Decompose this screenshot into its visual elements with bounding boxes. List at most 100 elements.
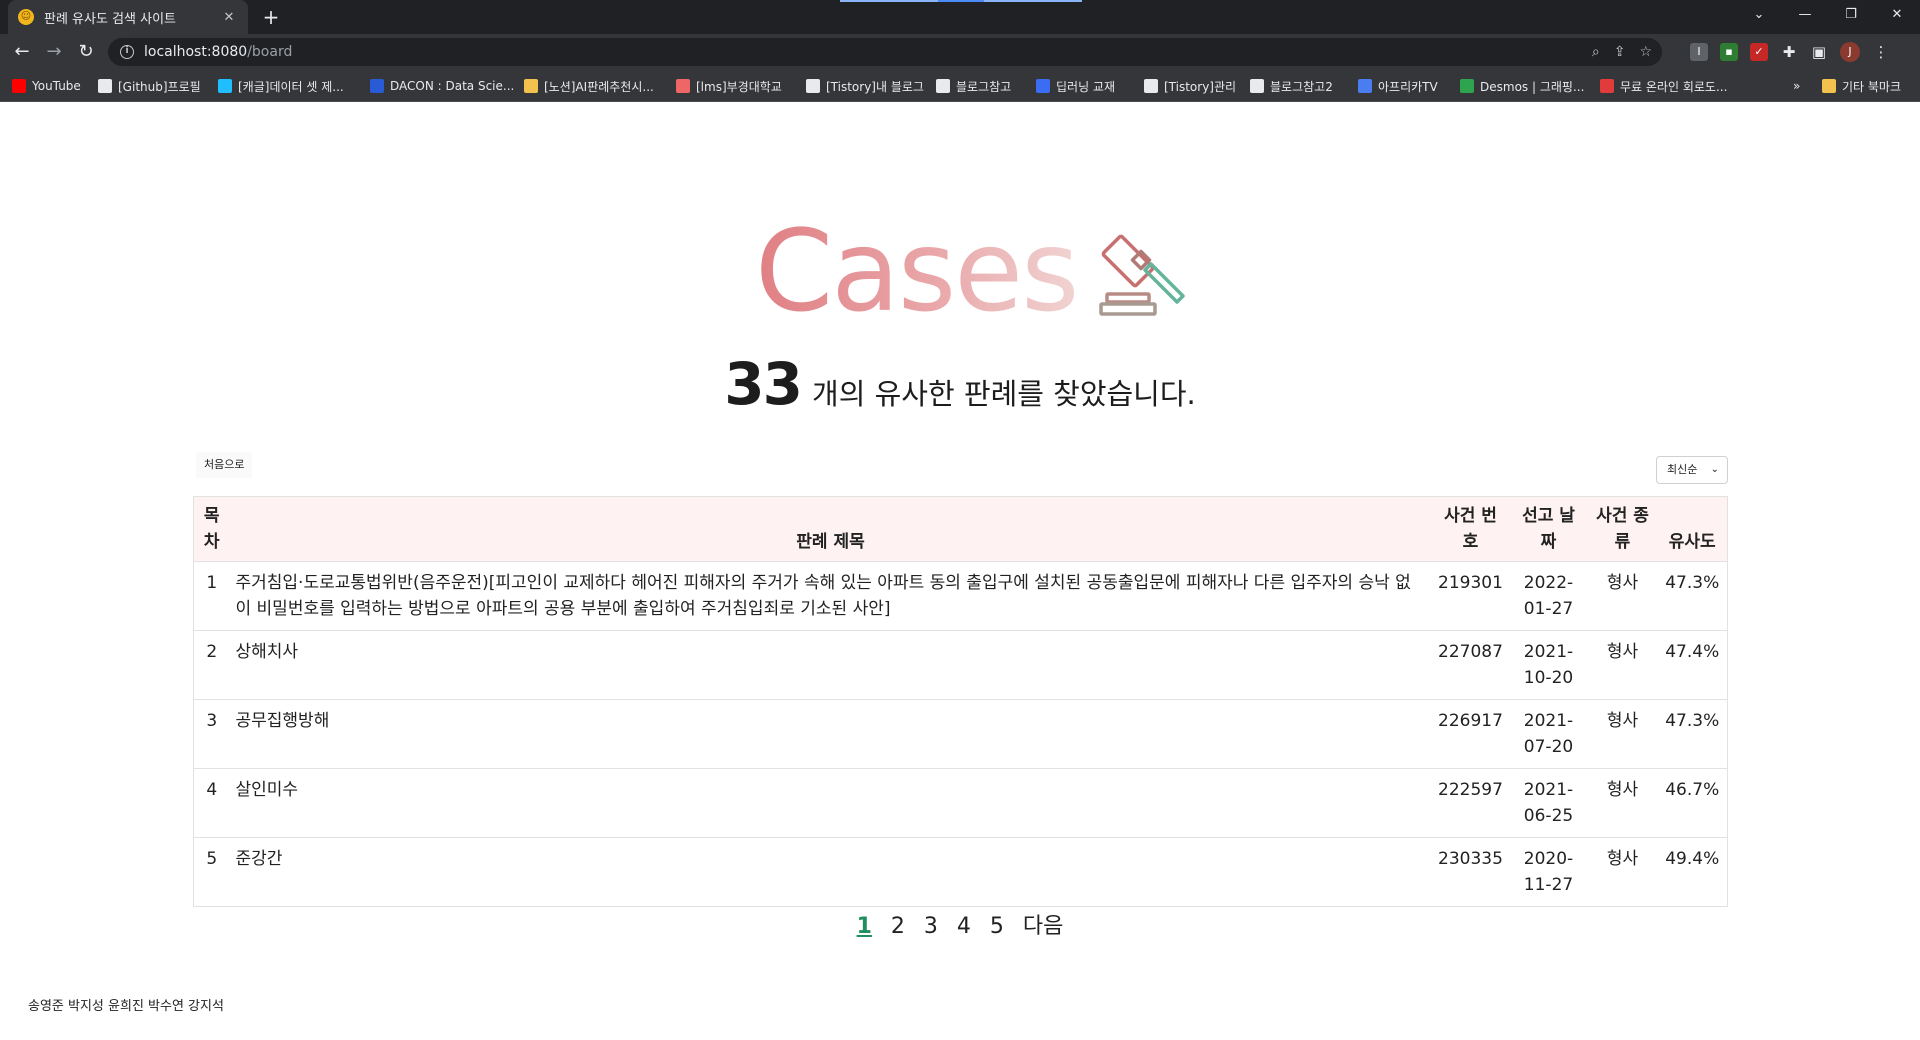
url-path: /board (247, 44, 293, 60)
extension-icon[interactable]: ✓ (1750, 43, 1768, 61)
header-title: 판례 제목 (796, 532, 865, 552)
cell-title-link[interactable]: 공무집행방해 (229, 699, 1432, 769)
footer-authors: 송영준 박지성 윤희진 박수연 강지석 (28, 999, 224, 1014)
bookmark-item[interactable]: YouTube (12, 76, 81, 96)
tab-search-icon[interactable]: ⌄ (1736, 0, 1782, 30)
bookmark-label: 무료 온라인 회로도... (1620, 79, 1728, 94)
header-similarity: 유사도 (1668, 532, 1716, 552)
cases-logo: Cases (755, 212, 1195, 332)
cell-similarity: 47.3% (1657, 561, 1728, 631)
page-link-2[interactable]: 2 (891, 914, 905, 939)
cell-no: 2 (193, 630, 230, 700)
other-bookmarks-label: 기타 북마크 (1842, 79, 1902, 94)
cell-date: 2021-07-20 (1509, 699, 1588, 769)
cell-title-link[interactable]: 준강간 (229, 837, 1432, 907)
browser-toolbar: ← → ↻ i localhost:8080/board ⌕ ⇪ ☆ I ▪ ✓… (0, 34, 1920, 70)
table-row[interactable]: 5 준강간 230335 2020-11-27 형사 49.4% (193, 837, 1728, 907)
bookmark-star-icon[interactable]: ☆ (1639, 44, 1652, 60)
cell-case-number: 219301 (1431, 561, 1510, 631)
other-bookmarks[interactable]: 기타 북마크 (1822, 76, 1901, 96)
chevron-down-icon: ⌄ (1710, 464, 1719, 475)
cell-no: 1 (193, 561, 230, 631)
bookmark-item[interactable]: DACON : Data Scie... (370, 76, 514, 96)
cell-title-link[interactable]: 주거침입·도로교통법위반(음주운전)[피고인이 교제하다 헤어진 피해자의 주거… (229, 561, 1432, 631)
puzzle-icon[interactable]: ✚ (1780, 43, 1798, 61)
zoom-icon[interactable]: ⌕ (1592, 44, 1600, 60)
page-link-3[interactable]: 3 (924, 914, 938, 939)
book-icon (1036, 79, 1050, 93)
tistory-icon (1250, 79, 1264, 93)
dacon-icon (370, 79, 384, 93)
page-link-1[interactable]: 1 (857, 914, 872, 939)
browser-tabstrip: ☺ 판례 유사도 검색 사이트 ✕ + ⌄ — ❐ ✕ (0, 0, 1920, 34)
extension-icon[interactable]: I (1690, 43, 1708, 61)
tab-strip-indicator (984, 0, 1082, 2)
pagination: 1 2 3 4 5 다음 (0, 908, 1920, 940)
go-first-button[interactable]: 처음으로 (196, 452, 253, 478)
tab-close-icon[interactable]: ✕ (220, 10, 238, 25)
tab-strip-indicator-active (938, 0, 984, 2)
bookmark-item[interactable]: 딥러닝 교재 (1036, 76, 1115, 96)
address-bar[interactable]: i localhost:8080/board ⌕ ⇪ ☆ (108, 38, 1662, 66)
restore-button[interactable]: ❐ (1828, 0, 1874, 30)
bookmark-item[interactable]: Desmos | 그래핑... (1460, 76, 1584, 96)
reload-button[interactable]: ↻ (72, 38, 100, 66)
cell-type: 형사 (1587, 768, 1658, 838)
bookmark-item[interactable]: [lms]부경대학교 (676, 76, 782, 96)
back-button[interactable]: ← (8, 38, 36, 66)
bookmarks-overflow-icon[interactable]: » (1793, 76, 1800, 96)
share-icon[interactable]: ⇪ (1614, 44, 1626, 60)
cell-title-link[interactable]: 상해치사 (229, 630, 1432, 700)
cell-type: 형사 (1587, 630, 1658, 700)
result-count: 33 (724, 350, 803, 418)
bookmark-item[interactable]: 블로그참고 (936, 76, 1011, 96)
desmos-icon (1460, 79, 1474, 93)
bookmark-label: [Github]프로필 (118, 79, 201, 94)
cell-title-link[interactable]: 살인미수 (229, 768, 1432, 838)
table-row[interactable]: 2 상해치사 227087 2021-10-20 형사 47.4% (193, 630, 1728, 700)
minimize-button[interactable]: — (1782, 0, 1828, 30)
cell-similarity: 47.4% (1657, 630, 1728, 700)
page-link-4[interactable]: 4 (957, 914, 971, 939)
browser-tab-active[interactable]: ☺ 판례 유사도 검색 사이트 ✕ (8, 0, 248, 34)
forward-button[interactable]: → (40, 38, 68, 66)
bookmark-label: 블로그참고2 (1270, 79, 1333, 94)
bulb-icon (524, 79, 538, 93)
table-row[interactable]: 1 주거침입·도로교통법위반(음주운전)[피고인이 교제하다 헤어진 피해자의 … (193, 561, 1728, 631)
sort-select[interactable]: 최신순 ⌄ (1656, 456, 1728, 484)
bookmark-item[interactable]: [캐글]데이터 셋 제... (218, 76, 344, 96)
bookmark-item[interactable]: 블로그참고2 (1250, 76, 1333, 96)
side-panel-icon[interactable]: ▣ (1810, 43, 1828, 61)
extension-icon[interactable]: ▪ (1720, 43, 1738, 61)
bookmark-label: Desmos | 그래핑... (1480, 79, 1585, 94)
bookmark-label: 블로그참고 (956, 79, 1012, 94)
bookmark-item[interactable]: [Tistory]내 블로그 (806, 76, 924, 96)
cell-date: 2021-06-25 (1509, 768, 1588, 838)
cell-type: 형사 (1587, 561, 1658, 631)
bookmark-item[interactable]: [Tistory]관리 (1144, 76, 1236, 96)
afreeca-icon (1358, 79, 1372, 93)
site-favicon-icon: ☺ (18, 9, 34, 25)
cell-date: 2022-01-27 (1509, 561, 1588, 631)
bookmark-label: [lms]부경대학교 (696, 79, 782, 94)
bookmark-item[interactable]: [노션]AI판례추천시... (524, 76, 654, 96)
next-page-link[interactable]: 다음 (1023, 908, 1063, 940)
site-info-icon[interactable]: i (120, 45, 134, 59)
table-row[interactable]: 4 살인미수 222597 2021-06-25 형사 46.7% (193, 768, 1728, 838)
new-tab-button[interactable]: + (258, 4, 284, 30)
cell-case-number: 230335 (1431, 837, 1510, 907)
bookmark-item[interactable]: 무료 온라인 회로도... (1600, 76, 1727, 96)
bookmark-label: 딥러닝 교재 (1056, 79, 1116, 94)
bookmark-item[interactable]: [Github]프로필 (98, 76, 201, 96)
cell-date: 2020-11-27 (1509, 837, 1588, 907)
cell-date: 2021-10-20 (1509, 630, 1588, 700)
page-link-5[interactable]: 5 (990, 914, 1004, 939)
profile-avatar[interactable]: J (1840, 42, 1860, 62)
folder-icon (1822, 79, 1836, 93)
close-window-button[interactable]: ✕ (1874, 0, 1920, 30)
menu-dots-icon[interactable]: ⋮ (1872, 43, 1890, 61)
logo-text: Cases (755, 207, 1079, 337)
bookmark-item[interactable]: 아프리카TV (1358, 76, 1438, 96)
table-row[interactable]: 3 공무집행방해 226917 2021-07-20 형사 47.3% (193, 699, 1728, 769)
result-text: 개의 유사한 판례를 찾았습니다. (812, 377, 1196, 411)
